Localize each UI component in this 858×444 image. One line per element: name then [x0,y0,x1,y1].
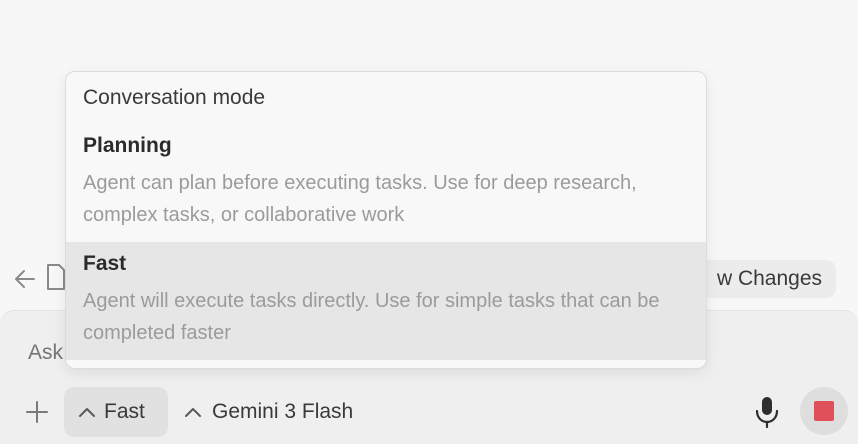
microphone-icon[interactable] [752,395,782,429]
option-description: Agent will execute tasks directly. Use f… [83,290,660,344]
menu-option-planning[interactable]: Planning Agent can plan before executing… [66,128,706,240]
review-changes-label: w Changes [716,267,822,290]
arrow-left-icon[interactable] [12,266,38,292]
model-selector-button[interactable]: Gemini 3 Flash [184,387,353,437]
model-selector-label: Gemini 3 Flash [212,400,354,423]
menu-title: Conversation mode [83,86,266,109]
option-name: Planning [83,134,172,157]
conversation-mode-menu: Conversation mode Planning Agent can pla… [65,71,707,369]
mode-selector-label: Fast [104,400,145,423]
menu-option-fast[interactable]: Fast Agent will execute tasks directly. … [66,242,706,360]
stop-button[interactable] [800,387,848,435]
chevron-up-icon [79,408,95,417]
option-name: Fast [83,252,127,275]
chevron-up-icon [185,408,201,417]
mode-selector-button[interactable]: Fast [64,387,168,437]
file-icon[interactable] [46,263,66,291]
stop-icon [814,401,834,421]
option-description: Agent can plan before executing tasks. U… [83,172,637,226]
plus-icon[interactable] [24,399,50,425]
